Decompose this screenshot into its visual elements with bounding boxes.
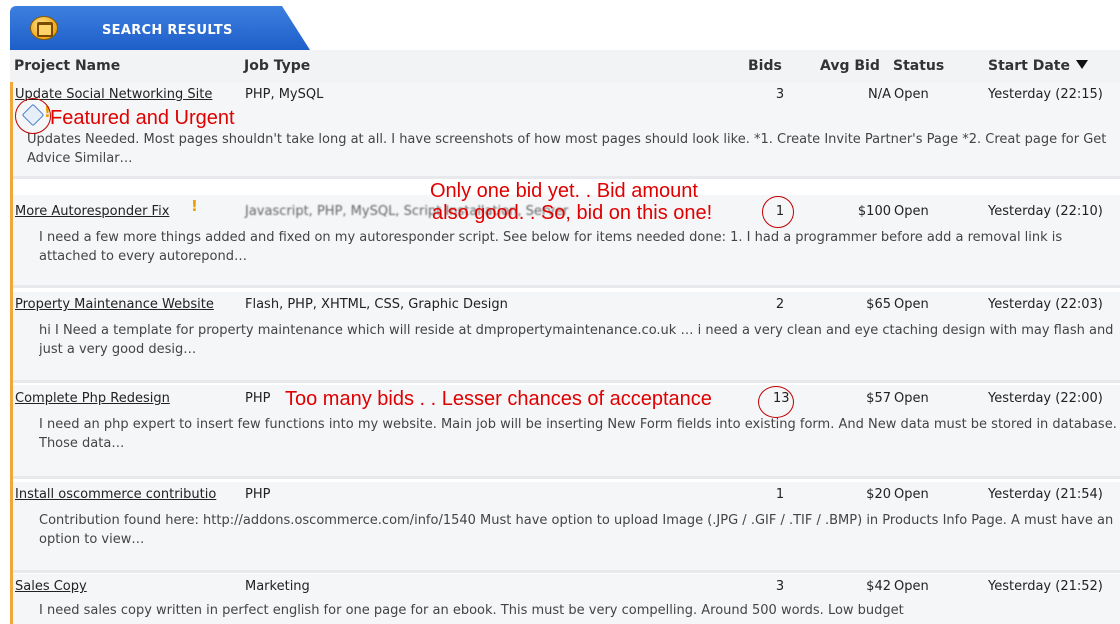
avg-bid: $100 [857,204,891,219]
status: Open [894,487,929,502]
col-job-type[interactable]: Job Type [244,58,310,74]
tab-title: SEARCH RESULTS [102,23,233,38]
sort-desc-icon [1075,60,1088,69]
row-separator [13,476,1120,479]
project-description: I need an php expert to insert few funct… [39,417,1117,451]
project-description: Contribution found here: http://addons.o… [39,513,1114,547]
urgent-icon: ! [191,197,198,215]
table-row: Property Maintenance Website Flash, PHP,… [13,292,1120,383]
bid-count: 2 [775,297,785,312]
one-bid-annotation-line1: Only one bid yet. . Bid amount [430,180,698,202]
project-description: Updates Needed. Most pages shouldn't tak… [27,132,1107,166]
project-link[interactable]: Complete Php Redesign [15,391,170,406]
too-many-bids-circle [758,386,794,418]
job-type: Flash, PHP, XHTML, CSS, Graphic Design [245,297,508,312]
avg-bid: N/A [868,87,891,102]
job-type: PHP [245,391,271,406]
row-separator [13,380,1120,383]
featured-annotation-circle [15,98,51,134]
project-link[interactable]: Update Social Networking Site [15,87,212,102]
job-type: Marketing [245,579,310,594]
table-row: Install oscommerce contributio PHP 1 $20… [13,482,1120,573]
start-date: Yesterday (22:15) [988,87,1103,102]
avg-bid: $20 [866,487,891,502]
col-avg-bid[interactable]: Avg Bid [820,58,880,74]
featured-annotation: Featured and Urgent [50,107,235,129]
status: Open [894,297,929,312]
project-link[interactable]: Sales Copy [15,579,87,594]
row-separator [13,285,1120,288]
bid-count: 3 [775,87,785,102]
too-many-bids-annotation: Too many bids . . Lesser chances of acce… [285,388,712,410]
one-bid-annotation-line2: also good. . So, bid on this one! [432,202,713,224]
job-type: PHP, MySQL [245,87,324,102]
one-bid-circle [762,196,794,228]
start-date: Yesterday (21:52) [988,579,1103,594]
status: Open [894,87,929,102]
avg-bid: $65 [866,297,891,312]
bid-count: 1 [775,487,785,502]
job-type: PHP [245,487,271,502]
project-link[interactable]: More Autoresponder Fix [15,204,169,219]
avg-bid: $42 [866,579,891,594]
col-start-date[interactable]: Start Date [988,58,1088,74]
row-separator [13,176,1120,179]
bid-count: 3 [775,579,785,594]
table-row: Sales Copy Marketing 3 $42 Open Yesterda… [13,574,1120,624]
project-description: hi I Need a template for property mainte… [39,323,1114,357]
status: Open [894,391,929,406]
project-link[interactable]: Property Maintenance Website [15,297,214,312]
project-description: I need sales copy written in perfect eng… [39,603,904,618]
start-date: Yesterday (22:10) [988,204,1103,219]
col-project-name[interactable]: Project Name [14,58,120,74]
project-link[interactable]: Install oscommerce contributio [15,487,216,502]
col-bids[interactable]: Bids [748,58,782,74]
avg-bid: $57 [866,391,891,406]
col-start-date-label: Start Date [988,58,1070,74]
row-separator [13,570,1120,573]
results-header-bar: SEARCH RESULTS [0,0,1120,50]
status: Open [894,204,929,219]
start-date: Yesterday (22:03) [988,297,1103,312]
start-date: Yesterday (21:54) [988,487,1103,502]
column-header: Project Name Job Type Bids Avg Bid Statu… [10,50,1120,83]
folder-icon [30,16,58,40]
search-results-tab: SEARCH RESULTS [10,6,310,50]
start-date: Yesterday (22:00) [988,391,1103,406]
status: Open [894,579,929,594]
project-description: I need a few more things added and fixed… [39,230,1063,264]
col-status[interactable]: Status [893,58,944,74]
